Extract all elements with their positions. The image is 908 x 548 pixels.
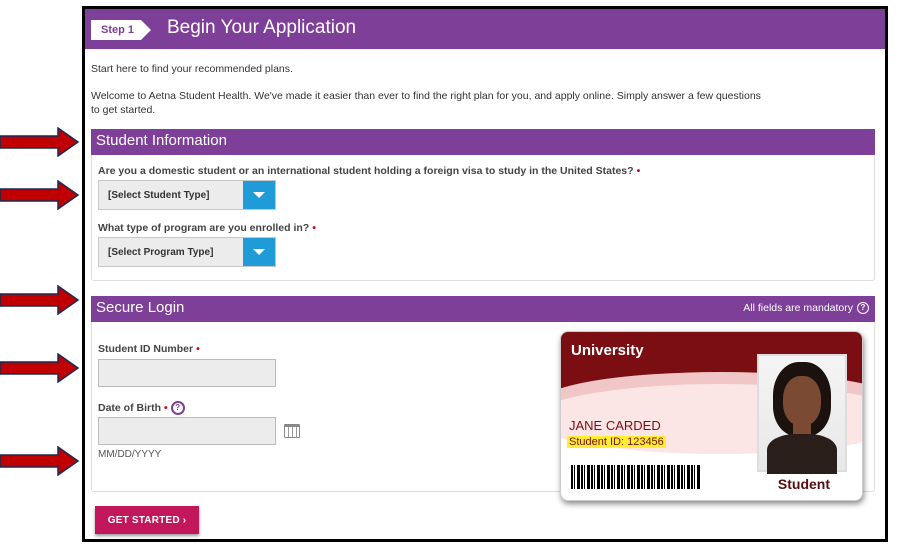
student-type-select[interactable]: [Select Student Type] [98,180,276,210]
student-type-question: Are you a domestic student or an interna… [98,165,640,177]
panel-title: Secure Login [96,299,185,316]
annotation-arrow [0,353,80,383]
student-id-label: Student ID Number • [98,343,200,355]
photo-face [783,376,821,426]
panel-title: Student Information [96,132,227,149]
date-of-birth-input[interactable] [98,417,276,445]
annotation-arrow [0,180,80,210]
welcome-text-cont: to get started. [91,104,156,116]
dob-format-hint: MM/DD/YYYY [98,449,162,460]
annotation-arrow [0,127,80,157]
program-type-question: What type of program are you enrolled in… [98,222,316,234]
select-value: [Select Program Type] [108,247,214,258]
help-icon[interactable]: ? [170,401,185,415]
label-text: Date of Birth [98,402,161,414]
required-marker: • [636,165,641,177]
card-student-id: Student ID: 123456 [567,436,666,448]
label-text: Student ID Number [98,343,194,355]
panel-header: Student Information [91,129,875,155]
panel-header: Secure Login All fields are mandatory ? [91,296,875,322]
required-marker: • [164,402,168,414]
header-bar: Step 1 Begin Your Application [85,9,885,49]
required-marker: • [312,222,316,234]
annotation-arrow [0,446,80,476]
student-id-input[interactable] [98,359,276,387]
card-university: University [571,342,644,359]
welcome-text: Welcome to Aetna Student Health. We've m… [91,90,761,102]
application-form: Step 1 Begin Your Application Start here… [82,6,888,542]
step-badge: Step 1 [91,20,151,40]
student-information-panel: Student Information Are you a domestic s… [91,129,875,281]
get-started-button[interactable]: GET STARTED › [95,506,199,534]
page-title: Begin Your Application [167,17,357,38]
mandatory-note: All fields are mandatory ? [743,302,869,314]
question-text: Are you a domestic student or an interna… [98,165,634,177]
barcode [571,465,701,489]
chevron-down-icon[interactable] [243,181,275,209]
chevron-down-icon[interactable] [243,238,275,266]
question-text: What type of program are you enrolled in… [98,222,310,234]
student-photo [757,354,847,474]
select-value: [Select Student Type] [108,190,210,201]
student-id-card-image: University JANE CARDED Student ID: 12345… [560,331,863,501]
help-icon[interactable]: ? [857,302,869,314]
photo-body [767,434,837,474]
dob-label: Date of Birth •? [98,401,185,415]
program-type-select[interactable]: [Select Program Type] [98,237,276,267]
card-role: Student [777,476,830,492]
required-marker: • [196,343,200,355]
calendar-icon[interactable] [284,424,300,438]
card-name: JANE CARDED [569,418,661,433]
annotation-arrow [0,285,80,315]
mandatory-note-text: All fields are mandatory [743,302,853,314]
intro-text: Start here to find your recommended plan… [91,63,293,75]
